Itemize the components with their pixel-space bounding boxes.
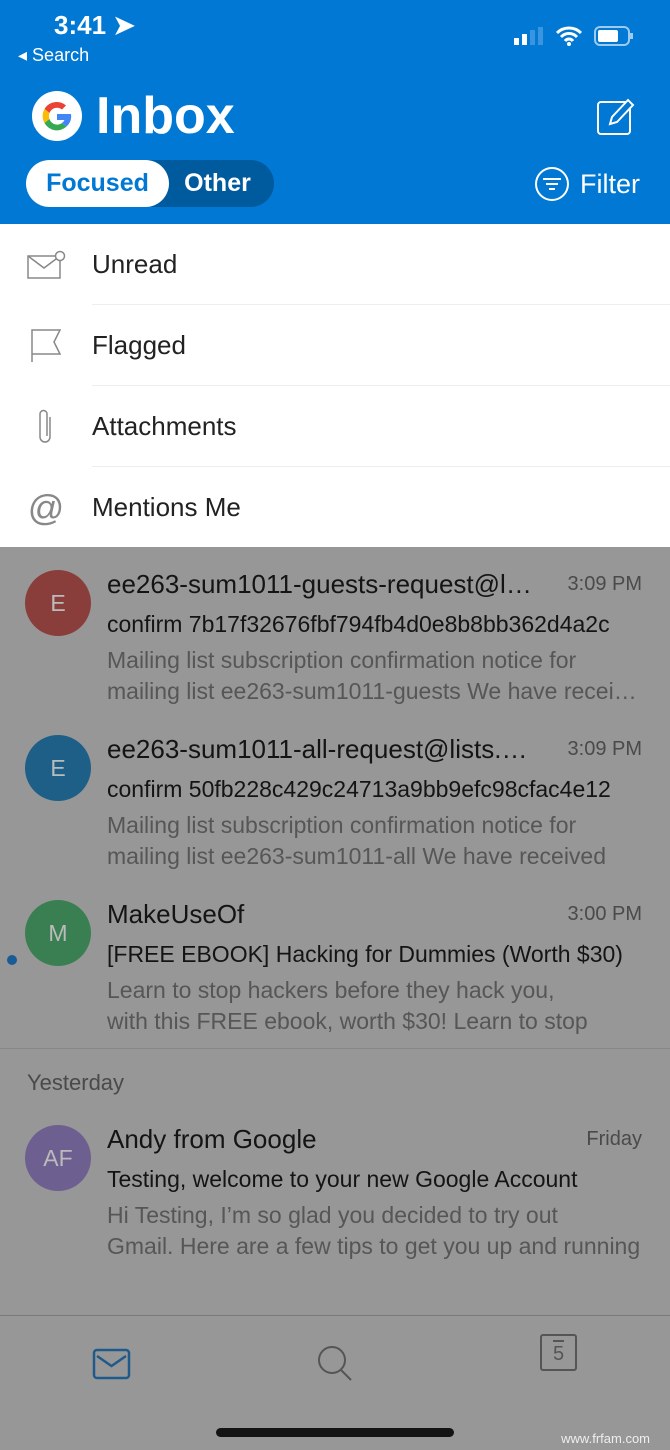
battery-icon xyxy=(594,26,633,46)
mail-tab-icon[interactable] xyxy=(92,1348,132,1380)
back-to-search[interactable]: ◂ Search xyxy=(18,45,89,66)
back-label: Search xyxy=(32,45,90,65)
at-icon: @ xyxy=(27,486,65,528)
email-preview: mailing list ee263-sum1011-guests We hav… xyxy=(107,678,642,704)
header: 3:41 ➤ ◂ Search Inbox Focused Other Filt… xyxy=(0,0,670,224)
filter-label: Attachments xyxy=(92,386,670,467)
filter-label: Unread xyxy=(92,224,670,305)
email-row[interactable]: E ee263-sum1011-guests-request@lists.sta… xyxy=(0,565,670,730)
flag-icon xyxy=(0,328,92,364)
inbox-toggle: Focused Other xyxy=(26,160,274,207)
email-date: 3:09 PM xyxy=(567,738,642,760)
wifi-icon xyxy=(556,26,582,46)
section-divider xyxy=(0,1048,670,1049)
email-row[interactable]: M MakeUseOf 3:00 PM [FREE EBOOK] Hacking… xyxy=(0,895,670,1060)
tab-other[interactable]: Other xyxy=(169,169,274,198)
avatar: E xyxy=(25,570,91,636)
email-date: Friday xyxy=(586,1128,642,1150)
filter-label: Mentions Me xyxy=(92,492,241,522)
signal-icon xyxy=(514,27,543,45)
filter-label: Filter xyxy=(580,168,640,199)
email-date: 3:00 PM xyxy=(567,903,642,925)
avatar: M xyxy=(25,900,91,966)
email-preview: Gmail. Here are a few tips to get you up… xyxy=(107,1233,641,1259)
email-preview: with this FREE ebook, worth $30! Learn t… xyxy=(107,1008,588,1034)
envelope-unread-icon xyxy=(0,250,92,280)
paperclip-icon xyxy=(0,407,92,447)
filter-label: Flagged xyxy=(92,305,670,386)
section-header-yesterday: Yesterday xyxy=(27,1070,125,1095)
email-preview: Learn to stop hackers before they hack y… xyxy=(107,977,555,1003)
email-date: 3:09 PM xyxy=(567,573,642,595)
email-subject: confirm 7b17f32676fbf794fb4d0e8b8bb362d4… xyxy=(107,611,610,637)
filter-icon xyxy=(535,167,569,201)
email-preview: Mailing list subscription confirmation n… xyxy=(107,647,577,673)
filter-flagged[interactable]: Flagged xyxy=(0,305,670,386)
avatar: E xyxy=(25,735,91,801)
search-tab-icon[interactable] xyxy=(316,1344,356,1384)
watermark: www.frfam.com xyxy=(561,1431,650,1446)
compose-icon[interactable] xyxy=(596,96,636,136)
avatar: AF xyxy=(25,1125,91,1191)
filter-menu: Unread Flagged Attachments @ Mentions Me xyxy=(0,224,670,547)
email-subject: confirm 50fb228c429c24713a9bb9efc98cfac4… xyxy=(107,776,611,802)
home-indicator[interactable] xyxy=(216,1428,454,1437)
email-subject: [FREE EBOOK] Hacking for Dummies (Worth … xyxy=(107,941,623,967)
status-icons xyxy=(514,26,634,46)
filter-button[interactable]: Filter xyxy=(534,166,640,202)
email-from: Andy from Google xyxy=(107,1124,317,1154)
email-from: ee263-sum1011-all-request@lists.stanford… xyxy=(107,734,537,764)
calendar-tab-icon[interactable]: 5 xyxy=(540,1334,577,1371)
email-preview: Mailing list subscription confirmation n… xyxy=(107,812,577,838)
time-text: 3:41 xyxy=(54,10,107,40)
email-subject: Testing, welcome to your new Google Acco… xyxy=(107,1166,578,1192)
email-row[interactable]: AF Andy from Google Friday Testing, welc… xyxy=(0,1120,670,1285)
email-preview: mailing list ee263-sum1011-all We have r… xyxy=(107,843,607,869)
location-icon: ➤ xyxy=(113,10,136,40)
google-account-icon[interactable] xyxy=(32,91,82,141)
page-title: Inbox xyxy=(96,87,235,145)
unread-dot xyxy=(7,955,17,965)
filter-mentions[interactable]: @ Mentions Me xyxy=(0,467,670,548)
filter-attachments[interactable]: Attachments xyxy=(0,386,670,467)
email-from: MakeUseOf xyxy=(107,899,245,929)
status-time: 3:41 ➤ xyxy=(54,10,135,41)
email-row[interactable]: E ee263-sum1011-all-request@lists.stanfo… xyxy=(0,730,670,895)
email-from: ee263-sum1011-guests-request@lists.stanf… xyxy=(107,569,537,599)
tab-focused[interactable]: Focused xyxy=(26,160,169,207)
filter-unread[interactable]: Unread xyxy=(0,224,670,305)
email-preview: Hi Testing, I’m so glad you decided to t… xyxy=(107,1202,558,1228)
calendar-day: 5 xyxy=(552,1340,565,1365)
